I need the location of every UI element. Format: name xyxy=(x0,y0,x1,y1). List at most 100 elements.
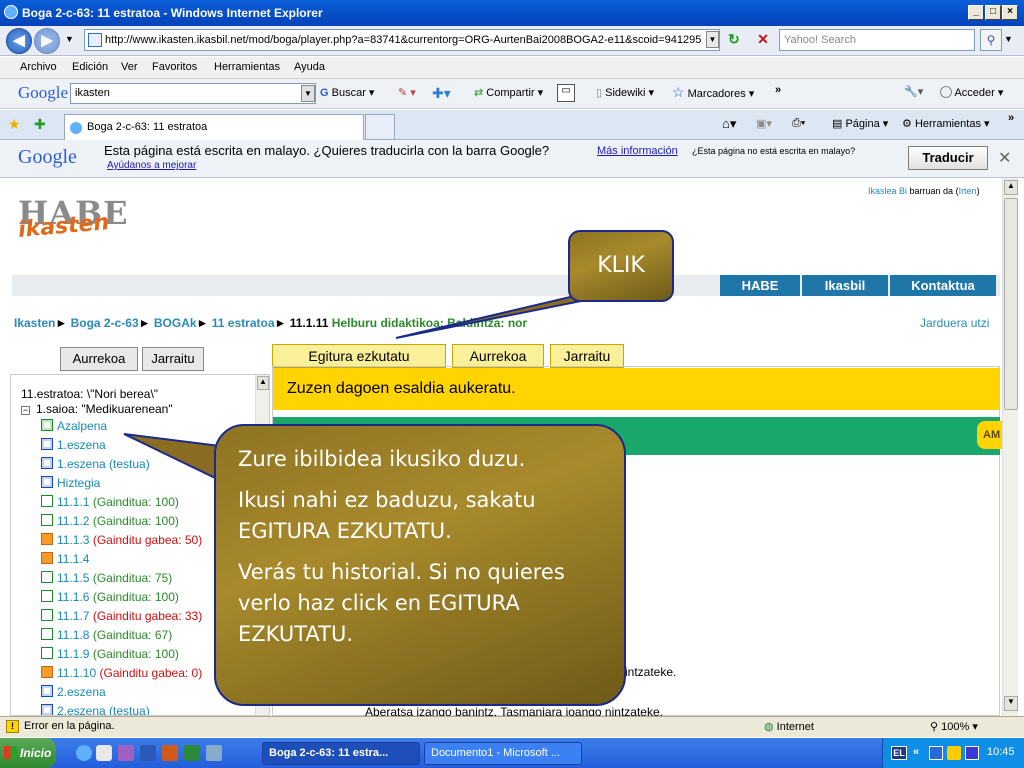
translate-message: Esta página está escrita en malayo. ¿Qui… xyxy=(104,143,550,158)
quicklaunch-excel-icon[interactable] xyxy=(184,745,200,761)
page-icon xyxy=(88,33,102,47)
callout-text-basque-2: Ikusi nahi ez baduzu, sakatu EGITURA EZK… xyxy=(238,488,536,543)
language-indicator[interactable]: EL xyxy=(891,746,907,760)
marcadores-button[interactable]: ☆ Marcadores ▾ xyxy=(672,84,754,101)
more-chevron-icon[interactable]: » xyxy=(775,84,781,96)
sidewiki-button[interactable]: ▯ Sidewiki ▾ xyxy=(596,86,654,99)
tray-app-icon[interactable] xyxy=(965,746,979,760)
tray-chevron-icon[interactable]: « xyxy=(913,746,919,758)
globe-icon: ◍ xyxy=(764,721,774,733)
stop-icon[interactable]: ✕ xyxy=(754,31,772,49)
quicklaunch-powerpoint-icon[interactable] xyxy=(162,745,178,761)
page-scrollbar[interactable]: ▲ ▼ xyxy=(1002,178,1018,716)
clock: 10:45 xyxy=(987,746,1015,758)
search-icon[interactable]: ⚲ xyxy=(980,29,1002,51)
security-shield-icon[interactable] xyxy=(947,746,961,760)
start-button[interactable]: Inicio xyxy=(0,738,56,768)
wrench-icon[interactable]: 🔧▾ xyxy=(904,85,923,98)
screen-icon[interactable]: ▭ xyxy=(557,84,575,102)
warning-icon[interactable]: ! xyxy=(6,720,19,733)
quicklaunch-app-icon[interactable] xyxy=(96,745,112,761)
zoom-value: 100% xyxy=(941,721,970,733)
forward-button[interactable]: ▶ xyxy=(34,28,60,54)
zone-label: Internet xyxy=(776,721,814,733)
tab-more-chevron-icon[interactable]: » xyxy=(1008,112,1014,124)
tab-bar: ★ ✚ Boga 2-c-63: 11 estratoa ⌂▾ ▣▾ ⎙▾ ▤ … xyxy=(0,110,1024,140)
menu-archivo[interactable]: Archivo xyxy=(20,61,57,73)
back-button[interactable]: ◀ xyxy=(6,28,32,54)
home-icon[interactable]: ⌂▾ xyxy=(722,116,736,132)
add-favorites-icon[interactable]: ✚ xyxy=(34,116,46,133)
search-input[interactable]: Yahoo! Search xyxy=(779,29,975,51)
minimize-button[interactable]: _ xyxy=(968,5,984,20)
herramientas-label: Herramientas xyxy=(914,118,981,130)
window-titlebar: Boga 2-c-63: 11 estratoa - Windows Inter… xyxy=(0,0,1024,26)
taskbar-ie-window[interactable]: Boga 2-c-63: 11 estra... xyxy=(262,742,420,765)
zoom-icon: ⚲ xyxy=(930,721,939,733)
scroll-thumb[interactable] xyxy=(1004,198,1018,410)
menu-herramientas[interactable]: Herramientas xyxy=(214,61,280,73)
quicklaunch-onenote-icon[interactable] xyxy=(118,745,134,761)
refresh-icon[interactable]: ↻ xyxy=(728,31,748,49)
tab-ie-icon xyxy=(70,122,82,134)
search-placeholder: Yahoo! Search xyxy=(784,34,856,46)
acceder-label: Acceder xyxy=(954,87,995,99)
translate-button[interactable]: Traducir xyxy=(908,146,988,170)
star-icon: ☆ xyxy=(672,84,685,100)
scroll-up-icon[interactable]: ▲ xyxy=(1004,180,1018,195)
menu-bar: Archivo Edición Ver Favoritos Herramient… xyxy=(0,57,1024,79)
print-icon[interactable]: ⎙▾ xyxy=(792,117,805,130)
menu-favoritos[interactable]: Favoritos xyxy=(152,61,197,73)
start-label: Inicio xyxy=(20,746,52,760)
google-toolbar-logo-text: Google xyxy=(18,83,69,102)
status-bar: ! Error en la página. ◍ Internet ⚲ 100% … xyxy=(0,716,1024,737)
page-content: HABE ikasten Ikaslea Bi barruan da (Irte… xyxy=(4,178,1002,716)
menu-ayuda[interactable]: Ayuda xyxy=(294,61,325,73)
ie-icon xyxy=(4,5,18,19)
herramientas-menu[interactable]: ⚙ Herramientas ▾ xyxy=(902,117,990,130)
quicklaunch-desktop-icon[interactable] xyxy=(206,745,222,761)
acceder-button[interactable]: Acceder ▾ xyxy=(940,86,1003,99)
feeds-icon[interactable]: ▣▾ xyxy=(756,117,772,130)
network-icon[interactable] xyxy=(929,746,943,760)
google-query-dropdown-icon[interactable]: ▼ xyxy=(301,85,315,102)
quicklaunch-word-icon[interactable] xyxy=(140,745,156,761)
system-tray: EL « 10:45 xyxy=(882,738,1024,768)
close-window-button[interactable]: × xyxy=(1002,5,1018,20)
sidewiki-label: Sidewiki xyxy=(605,87,646,99)
not-malay-link[interactable]: ¿Esta página no está escrita en malayo? xyxy=(692,146,855,156)
tab-title: Boga 2-c-63: 11 estratoa xyxy=(87,121,208,133)
compartir-button[interactable]: ⇄ Compartir ▾ xyxy=(474,86,543,99)
google-toolbar: Google ikasten ▼ G Buscar ▾ ✎ ▾ ✚▾ ⇄ Com… xyxy=(0,79,1024,109)
close-translate-icon[interactable]: ✕ xyxy=(998,148,1011,168)
url-dropdown-icon[interactable]: ▼ xyxy=(706,31,719,48)
help-improve-link[interactable]: Ayúdanos a mejorar xyxy=(107,160,196,171)
maximize-button[interactable]: □ xyxy=(985,5,1001,20)
new-tab-button[interactable] xyxy=(365,114,395,140)
status-text: Error en la página. xyxy=(24,720,115,732)
pagina-menu[interactable]: ▤ Página ▾ xyxy=(832,117,888,130)
google-query-text: ikasten xyxy=(75,87,110,99)
callout-text-basque-1: Zure ibilbidea ikusiko duzu. xyxy=(238,447,526,471)
window-title: Boga 2-c-63: 11 estratoa - Windows Inter… xyxy=(22,6,323,20)
menu-ver[interactable]: Ver xyxy=(121,61,138,73)
page-menu-icon: ▤ xyxy=(832,118,843,130)
quicklaunch-ie-icon[interactable] xyxy=(76,745,92,761)
favorites-star-icon[interactable]: ★ xyxy=(8,116,21,133)
compartir-label: Compartir xyxy=(486,87,535,99)
klik-text: KLIK xyxy=(597,253,645,278)
zoom-control[interactable]: ⚲ 100% ▾ xyxy=(930,720,978,733)
bookmark-tag-icon[interactable]: ✎ ▾ xyxy=(398,86,416,99)
more-info-link[interactable]: Más información xyxy=(597,145,678,157)
tab-active[interactable]: Boga 2-c-63: 11 estratoa xyxy=(64,114,364,140)
puzzle-icon[interactable]: ✚▾ xyxy=(432,85,451,102)
history-dropdown-icon[interactable]: ▼ xyxy=(65,34,74,44)
google-g-icon: G xyxy=(320,87,329,99)
menu-edicion[interactable]: Edición xyxy=(72,61,108,73)
taskbar-word-window[interactable]: Documento1 - Microsoft ... xyxy=(424,742,582,765)
google-search-input[interactable]: ikasten xyxy=(70,83,316,104)
scroll-down-icon[interactable]: ▼ xyxy=(1004,696,1018,711)
search-options-icon[interactable]: ▼ xyxy=(1004,34,1013,44)
google-search-button[interactable]: G Buscar ▾ xyxy=(320,86,374,99)
url-input[interactable]: http://www.ikasten.ikasbil.net/mod/boga/… xyxy=(84,29,720,51)
